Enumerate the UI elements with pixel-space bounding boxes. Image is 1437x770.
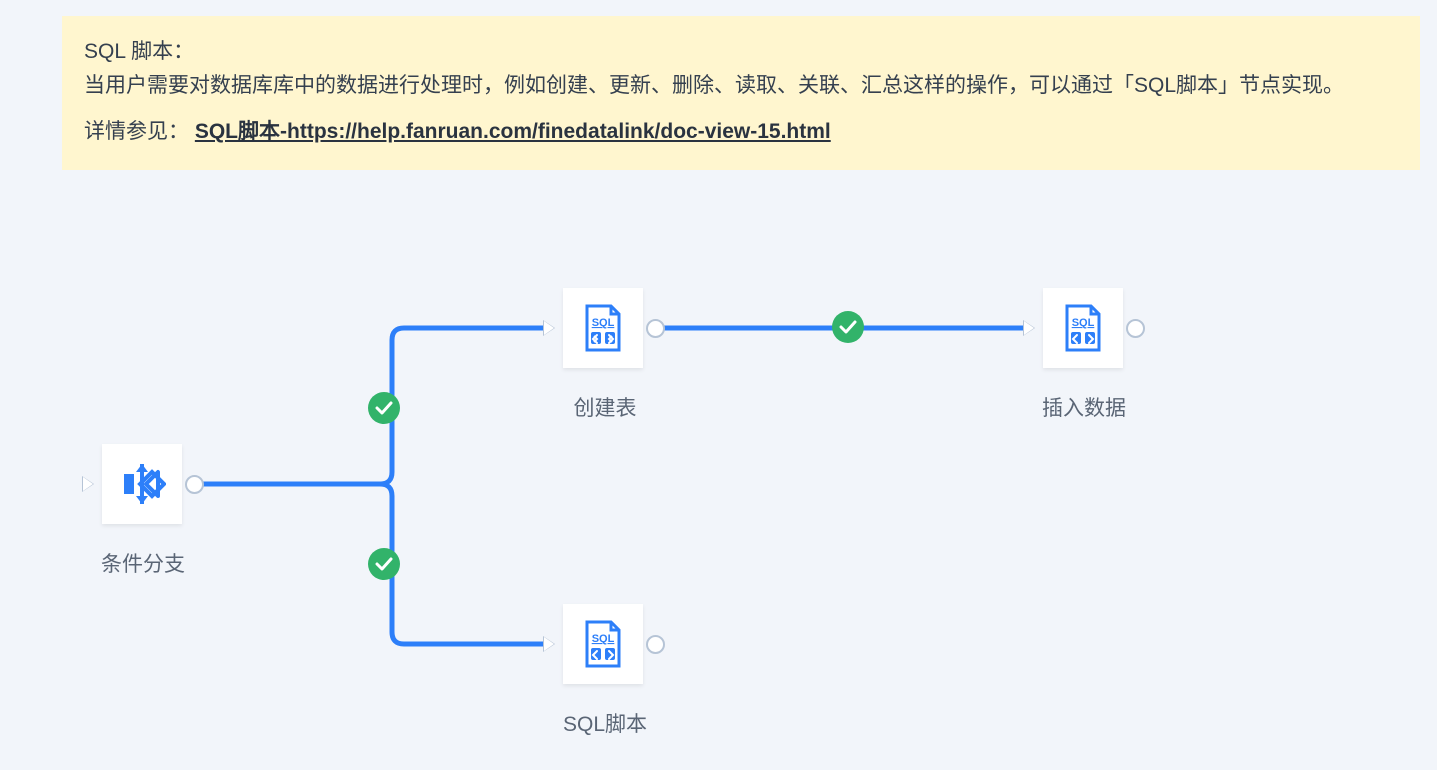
help-title: SQL 脚本： — [84, 36, 1398, 68]
help-banner: SQL 脚本： 当用户需要对数据库库中的数据进行处理时，例如创建、更新、删除、读… — [62, 16, 1420, 170]
input-port-icon — [82, 476, 94, 492]
output-port[interactable] — [646, 319, 665, 338]
svg-text:SQL: SQL — [592, 317, 615, 329]
help-body: 当用户需要对数据库库中的数据进行处理时，例如创建、更新、删除、读取、关联、汇总这… — [84, 70, 1398, 102]
node-insert-data[interactable]: SQL — [1043, 288, 1123, 368]
output-port[interactable] — [646, 635, 665, 654]
sql-file-icon: SQL — [579, 304, 627, 352]
input-port-icon — [543, 636, 555, 652]
sql-file-icon: SQL — [1059, 304, 1107, 352]
success-badge — [832, 311, 864, 343]
node-label: SQL脚本 — [560, 708, 650, 738]
output-port[interactable] — [185, 475, 204, 494]
svg-text:SQL: SQL — [592, 633, 615, 645]
sql-file-icon: SQL — [579, 620, 627, 668]
node-label: 插入数据 — [1039, 392, 1129, 422]
success-badge — [368, 392, 400, 424]
help-detail-prefix: 详情参见： — [84, 120, 189, 143]
input-port-icon — [1023, 320, 1035, 336]
output-port[interactable] — [1126, 319, 1145, 338]
node-create-table[interactable]: SQL — [563, 288, 643, 368]
node-label: 条件分支 — [98, 548, 188, 578]
help-link[interactable]: SQL脚本-https://help.fanruan.com/finedatal… — [195, 120, 831, 143]
svg-text:SQL: SQL — [1072, 317, 1095, 329]
branch-icon — [118, 460, 166, 508]
success-badge — [368, 548, 400, 580]
help-link-row: 详情参见： SQL脚本-https://help.fanruan.com/fin… — [84, 116, 1398, 148]
node-branch[interactable] — [102, 444, 182, 524]
node-sql-script[interactable]: SQL — [563, 604, 643, 684]
node-label: 创建表 — [570, 392, 640, 422]
input-port-icon — [543, 320, 555, 336]
